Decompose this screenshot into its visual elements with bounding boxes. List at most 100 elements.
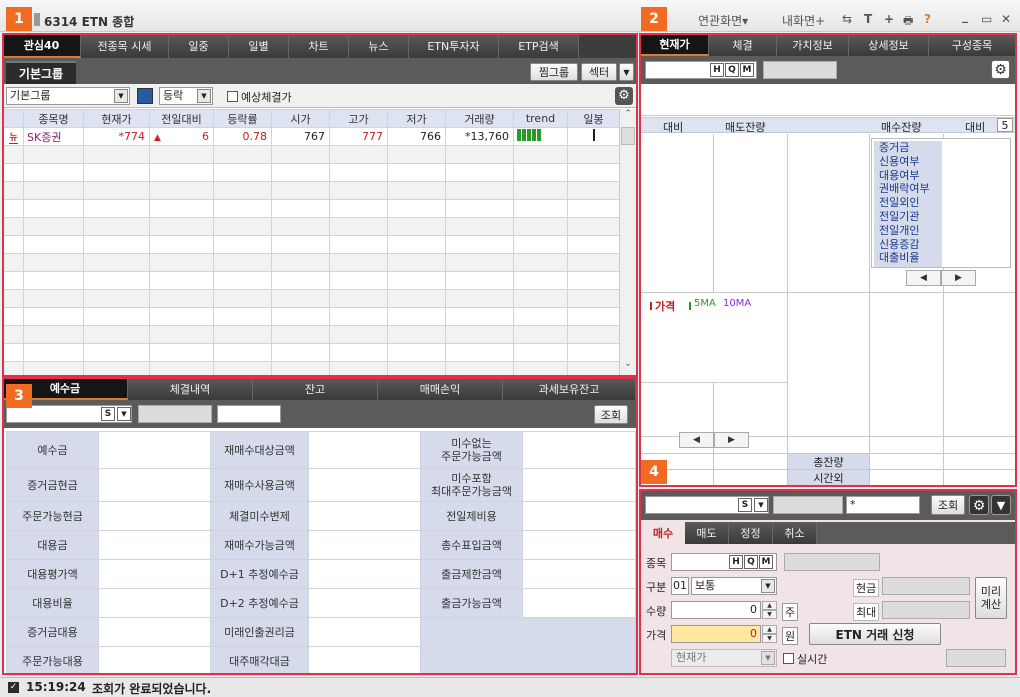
maximize-button[interactable]: ▭ (981, 12, 992, 26)
chevron-down-icon[interactable]: ▼ (619, 63, 634, 81)
group-tab-basic[interactable]: 기본그룹 (6, 61, 76, 84)
tab-all-quotes[interactable]: 전종목 시세 (81, 34, 169, 58)
pre-calc-button[interactable]: 미리 계산 (975, 577, 1007, 619)
qty-input[interactable]: 0 (671, 601, 761, 619)
order-password[interactable]: * (846, 496, 920, 514)
total-qty-label: 총잔량 (788, 454, 869, 469)
m-button[interactable]: M (759, 555, 773, 569)
symbol-input[interactable]: H Q M (645, 61, 757, 79)
marker-2: 2 (641, 7, 667, 31)
tab-etp-search[interactable]: ETP검색 (499, 34, 579, 58)
search-icon[interactable]: Q (744, 555, 758, 569)
dropdown-arrow-icon[interactable]: ▼ (754, 498, 768, 512)
link-icon[interactable]: ⇆ (842, 12, 852, 26)
m-button[interactable]: M (740, 63, 754, 77)
col-candle[interactable]: 일봉 (567, 109, 619, 128)
type-select[interactable]: 보통 ▼ (691, 577, 777, 595)
tab-intraday[interactable]: 일중 (169, 34, 229, 58)
sector-button[interactable]: 섹터 (581, 63, 617, 81)
help-icon[interactable]: ? (924, 12, 931, 26)
order-account-input[interactable]: S ▼ (645, 496, 769, 514)
tab-balance[interactable]: 잔고 (253, 378, 378, 400)
tab-components[interactable]: 구성종목 (929, 34, 1016, 56)
password-field[interactable] (217, 405, 281, 423)
col-price[interactable]: 현재가 (83, 109, 150, 128)
watchlist-scrollbar[interactable]: ⌃ ⌄ (619, 109, 636, 375)
order-query-button[interactable]: 조회 (931, 495, 965, 515)
price-input[interactable]: 0 (671, 625, 761, 643)
minimize-button[interactable]: _ (962, 9, 968, 23)
price-stepper[interactable]: ▲ ▼ (762, 625, 777, 643)
dropdown-arrow-icon[interactable]: ▼ (117, 407, 131, 421)
price-down-icon[interactable]: ▼ (762, 634, 777, 643)
sort-select[interactable]: 등락 ▼ (159, 87, 213, 105)
col-rate[interactable]: 등락률 (213, 109, 272, 128)
query-button[interactable]: 조회 (594, 405, 628, 424)
col-trend[interactable]: trend (513, 109, 568, 128)
print-icon[interactable]: 🖶 (903, 12, 913, 31)
price-type-select[interactable]: 현재가 ▼ (671, 649, 777, 667)
tab-cancel[interactable]: 취소 (773, 522, 817, 544)
tab-watch40[interactable]: 관심40 (3, 34, 81, 58)
gear-icon[interactable]: ⚙ (991, 60, 1010, 79)
tab-value-info[interactable]: 가치정보 (777, 34, 849, 56)
gear-icon[interactable]: ⚙ (615, 87, 633, 105)
scroll-up-icon[interactable]: ⌃ (620, 109, 636, 125)
tab-taxable[interactable]: 과세보유잔고 (503, 378, 636, 400)
depth-count[interactable]: 5 (997, 118, 1013, 132)
related-screen-menu[interactable]: 연관화면▾ (698, 12, 748, 29)
text-icon[interactable]: T (864, 12, 872, 26)
qty-stepper[interactable]: ▲ ▼ (762, 601, 777, 619)
my-screen-menu[interactable]: 내화면+ (782, 12, 825, 29)
price-up-icon[interactable]: ▲ (762, 625, 777, 634)
tab-trades[interactable]: 체결 (709, 34, 777, 56)
tab-daily[interactable]: 일별 (229, 34, 289, 58)
col-open[interactable]: 시가 (271, 109, 330, 128)
expected-price-checkbox[interactable]: 예상체결가 (227, 89, 292, 105)
close-button[interactable]: ✕ (1001, 12, 1011, 26)
scroll-right-icon[interactable]: ▶ (714, 432, 749, 448)
max-label: 최대 (853, 603, 880, 621)
tab-current-price[interactable]: 현재가 (641, 34, 709, 56)
group-select[interactable]: 기본그룹 ▼ (6, 87, 130, 105)
chart-scroll[interactable]: ◀ ▶ (679, 432, 749, 448)
tab-modify[interactable]: 정정 (729, 522, 773, 544)
marker-4: 4 (641, 460, 667, 484)
tab-buy[interactable]: 매수 (641, 522, 685, 544)
order-code-input[interactable]: H Q M (671, 553, 777, 571)
info-scroll[interactable]: ◀ ▶ (906, 270, 976, 286)
scroll-left-icon[interactable]: ◀ (906, 270, 941, 286)
h-button[interactable]: H (729, 555, 743, 569)
col-change[interactable]: 전일대비 (149, 109, 214, 128)
stock-name[interactable]: SK증권 (23, 127, 84, 146)
table-row[interactable]: 뉴 SK증권 *774 ▲ 6 0.78 767 777 766 *13,760 (3, 127, 619, 146)
tab-news[interactable]: 뉴스 (349, 34, 409, 58)
etn-trade-request-button[interactable]: ETN 거래 신청 (809, 623, 941, 645)
col-high[interactable]: 고가 (329, 109, 388, 128)
scroll-down-icon[interactable]: ⌄ (620, 359, 636, 375)
chevron-down-icon[interactable]: ▼ (991, 495, 1011, 515)
scroll-right-icon[interactable]: ▶ (941, 270, 976, 286)
tab-sell[interactable]: 매도 (685, 522, 729, 544)
col-volume[interactable]: 거래량 (445, 109, 514, 128)
search-icon[interactable]: Q (725, 63, 739, 77)
gear-icon[interactable]: ⚙ (969, 495, 989, 515)
qty-down-icon[interactable]: ▼ (762, 610, 777, 619)
tab-chart[interactable]: 차트 (289, 34, 349, 58)
col-name[interactable]: 종목명 (23, 109, 84, 128)
h-button[interactable]: H (710, 63, 724, 77)
type-code[interactable]: 01 (671, 577, 689, 595)
col-low[interactable]: 저가 (387, 109, 446, 128)
tab-detail-info[interactable]: 상세정보 (849, 34, 929, 56)
scroll-thumb[interactable] (621, 127, 635, 145)
tab-etn-investor[interactable]: ETN투자자 (409, 34, 499, 58)
news-flag[interactable]: 뉴 (3, 127, 24, 146)
qty-up-icon[interactable]: ▲ (762, 601, 777, 610)
favorites-button[interactable]: 찜그룹 (530, 63, 578, 81)
grid-icon[interactable] (137, 88, 153, 104)
plus-icon[interactable]: + (884, 12, 894, 26)
realtime-checkbox[interactable]: 실시간 (783, 651, 827, 667)
tab-executions[interactable]: 체결내역 (128, 378, 253, 400)
scroll-left-icon[interactable]: ◀ (679, 432, 714, 448)
tab-pnl[interactable]: 매매손익 (378, 378, 503, 400)
